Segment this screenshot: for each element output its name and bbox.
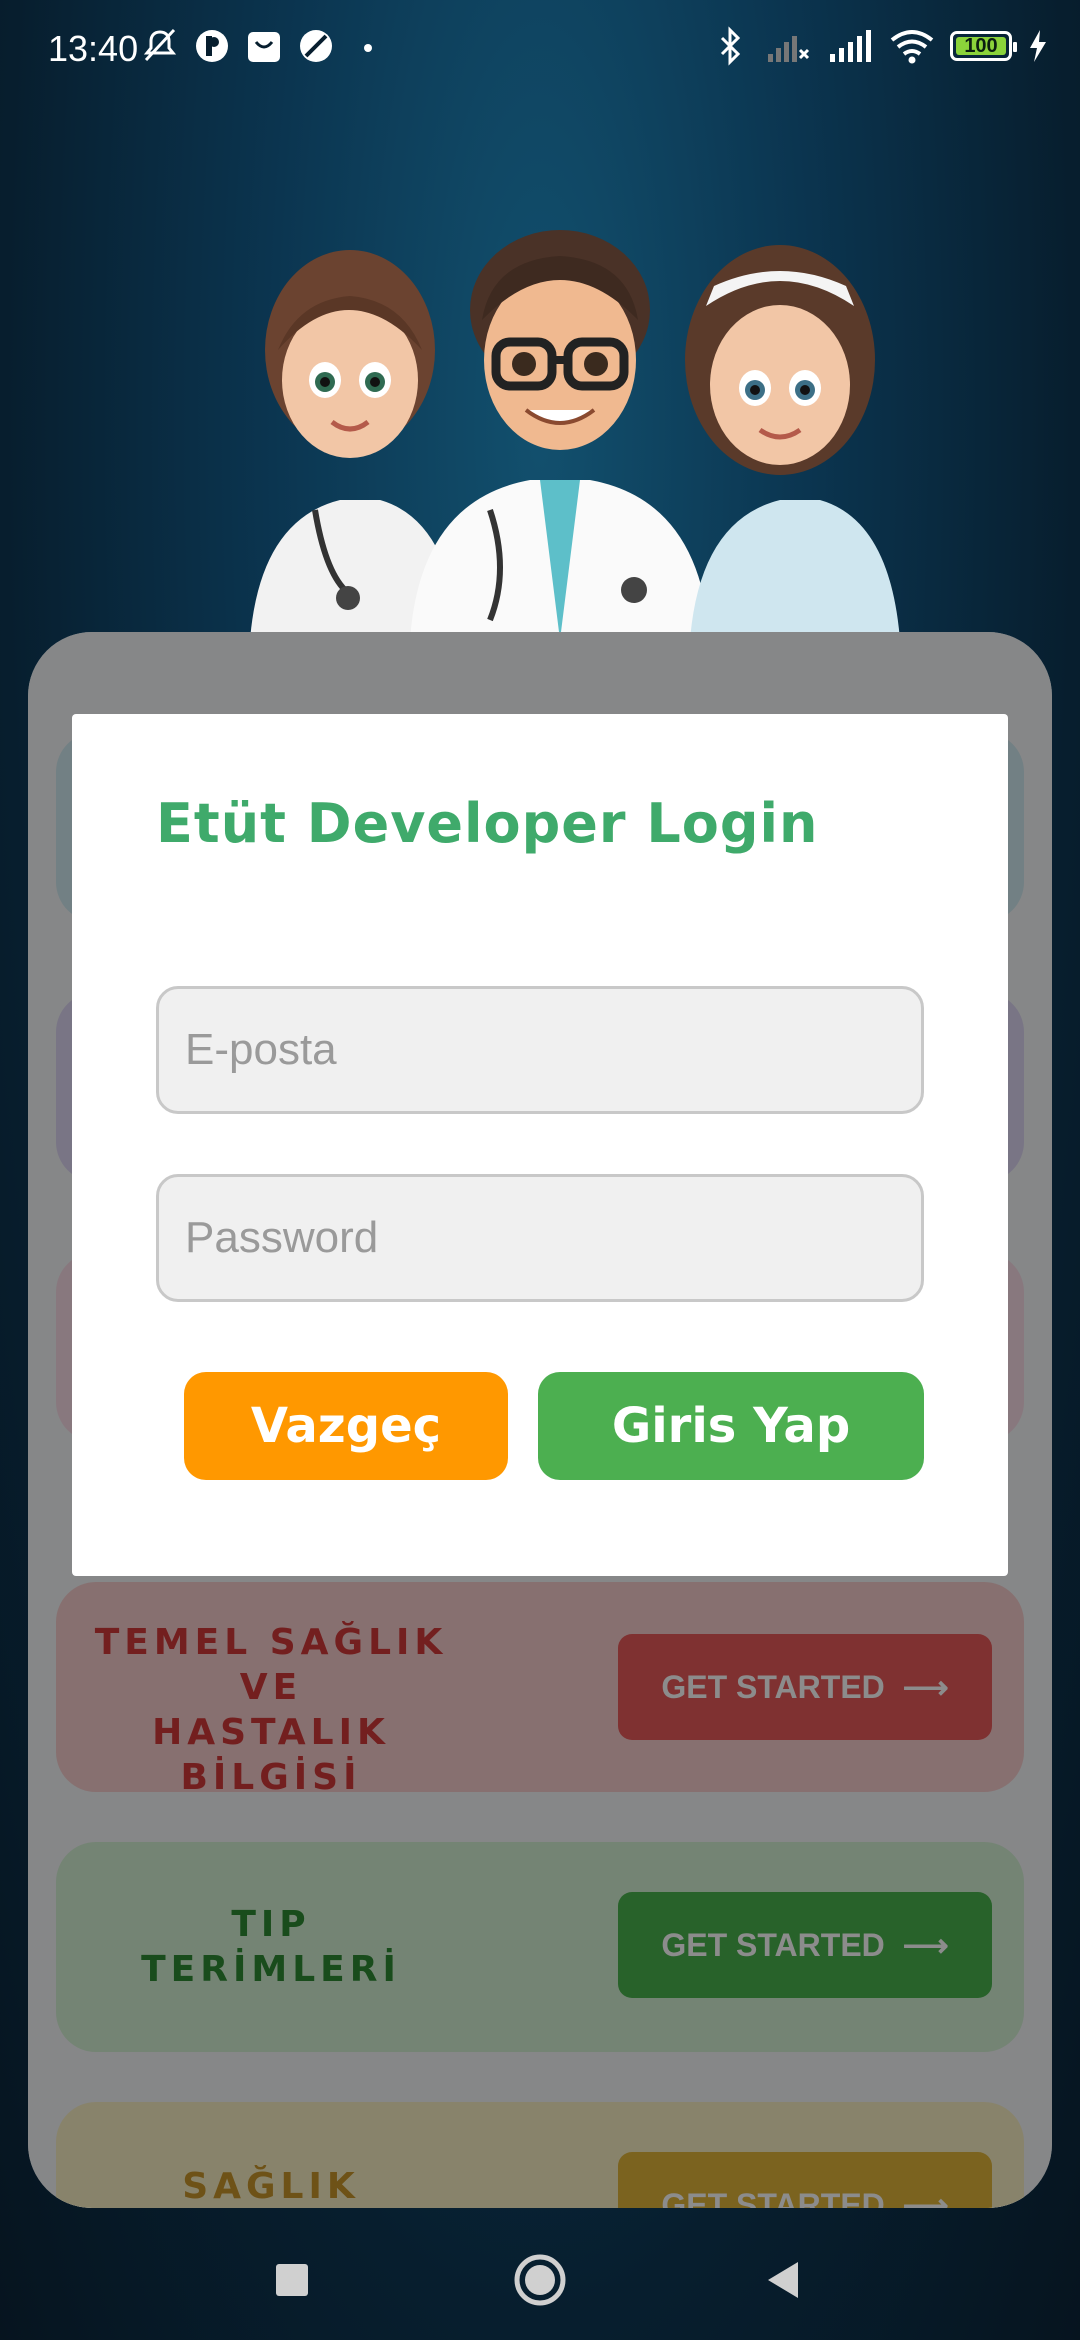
cancel-button[interactable]: Vazgeç: [184, 1372, 508, 1480]
signal-icon: [830, 30, 871, 62]
recents-button[interactable]: [252, 2240, 332, 2320]
dot-icon: [364, 44, 372, 52]
navigation-bar: [0, 2220, 1080, 2340]
charging-icon: [1030, 30, 1046, 62]
email-field[interactable]: [156, 986, 924, 1114]
doctors-illustration: [250, 230, 900, 640]
password-field[interactable]: [156, 1174, 924, 1302]
back-button[interactable]: [744, 2240, 824, 2320]
store-icon: [248, 32, 280, 62]
status-bar: 13:40 100: [0, 0, 1080, 96]
female-doctor-right: [685, 245, 900, 640]
no-entry-icon: [300, 30, 332, 62]
recents-icon: [276, 2264, 308, 2296]
wifi-icon: [890, 30, 934, 64]
signal-off-icon: [768, 36, 810, 62]
bluetooth-icon: [720, 26, 741, 66]
login-dialog: Etüt Developer Login Vazgeç Giris Yap: [72, 714, 1008, 1576]
home-button[interactable]: [500, 2240, 580, 2320]
battery-icon: 100: [950, 31, 1017, 61]
app-icon-p: [196, 30, 228, 62]
login-button[interactable]: Giris Yap: [538, 1372, 924, 1480]
battery-level: 100: [964, 35, 998, 57]
male-doctor-center: [410, 230, 710, 640]
dialog-title: Etüt Developer Login: [156, 792, 819, 855]
mute-bell-icon: [143, 28, 177, 62]
status-time: 13:40: [48, 28, 139, 69]
back-icon: [768, 2262, 798, 2298]
home-icon: [514, 2254, 566, 2306]
